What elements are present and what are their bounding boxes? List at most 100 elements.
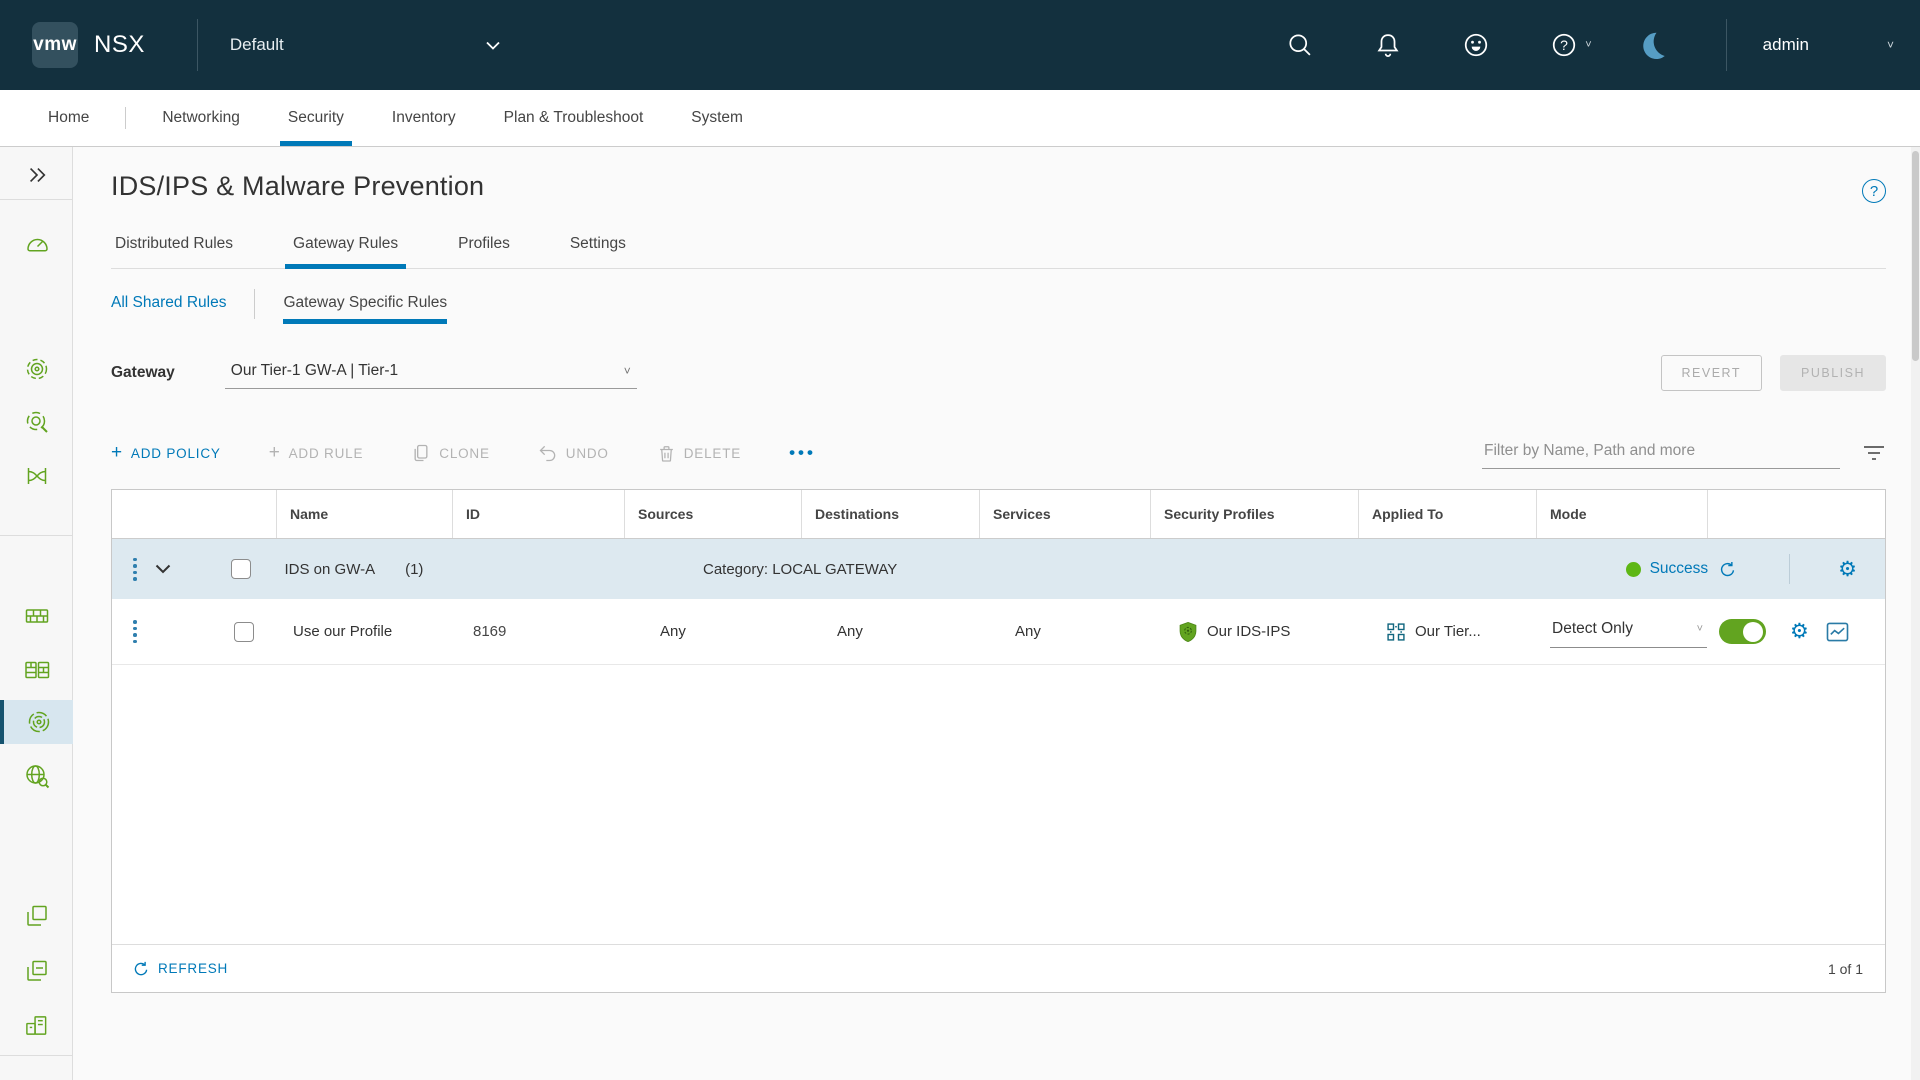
sidebar-item-segments[interactable] <box>0 894 73 938</box>
rule-services-cell[interactable]: Any <box>979 623 1150 640</box>
header-divider <box>197 19 198 71</box>
sidebar-item-inventory-groups[interactable] <box>0 1003 73 1047</box>
policy-category: Category: LOCAL GATEWAY <box>703 561 897 578</box>
rule-row[interactable]: Use our Profile 8169 Any Any Any Our IDS… <box>112 599 1885 665</box>
col-controls <box>112 490 276 538</box>
refresh-icon[interactable] <box>1718 560 1737 579</box>
rule-applied-to-value: Our Tier... <box>1415 623 1481 640</box>
top-header-bar: vmw NSX Default ? ˅ admin ˅ <box>0 0 1920 90</box>
sidebar-item-traffic-analysis[interactable] <box>0 454 73 498</box>
rule-destinations-cell[interactable]: Any <box>801 623 979 640</box>
clone-button[interactable]: CLONE <box>411 443 490 463</box>
subtab-gateway-specific-rules[interactable]: Gateway Specific Rules <box>283 294 447 322</box>
expand-double-chevron-icon <box>26 164 48 186</box>
tab-distributed-rules[interactable]: Distributed Rules <box>111 229 237 268</box>
chart-icon[interactable] <box>1826 622 1849 642</box>
nav-security[interactable]: Security <box>286 90 346 146</box>
add-rule-button[interactable]: + ADD RULE <box>269 442 364 464</box>
undo-label: UNDO <box>566 446 609 461</box>
inventory-boxes-icon <box>24 1013 49 1038</box>
rule-sources-cell[interactable]: Any <box>624 623 801 640</box>
clone-icon <box>411 443 431 463</box>
drag-handle-icon[interactable] <box>133 620 137 643</box>
rule-gear-icon[interactable]: ⚙ <box>1790 621 1809 642</box>
filter-input[interactable] <box>1482 438 1840 469</box>
rule-applied-to-cell[interactable]: Our Tier... <box>1358 622 1536 642</box>
rule-mode-cell: Detect Only ˅ <box>1536 616 1707 648</box>
scope-selector[interactable]: Default <box>230 35 500 55</box>
sidebar-item-network-introspection[interactable] <box>0 754 73 798</box>
bell-icon[interactable] <box>1373 30 1403 60</box>
more-actions-button[interactable]: ••• <box>789 443 816 463</box>
shield-icon <box>1178 621 1198 643</box>
feedback-smiley-icon[interactable] <box>1461 30 1491 60</box>
table-footer: REFRESH 1 of 1 <box>112 944 1885 992</box>
sidebar-item-distributed-firewall[interactable] <box>0 648 73 692</box>
nav-networking[interactable]: Networking <box>160 90 242 146</box>
revert-button[interactable]: REVERT <box>1661 355 1762 391</box>
chevron-down-icon: ˅ <box>624 364 631 378</box>
search-icon[interactable] <box>1285 30 1315 60</box>
rule-controls-cell <box>112 620 276 643</box>
mode-dropdown[interactable]: Detect Only ˅ <box>1550 616 1707 648</box>
dark-mode-moon-icon[interactable] <box>1638 30 1668 60</box>
rule-security-profile-value: Our IDS-IPS <box>1207 623 1290 640</box>
rule-enabled-toggle[interactable] <box>1719 619 1766 644</box>
plus-icon: + <box>269 442 281 464</box>
rule-security-profiles-cell[interactable]: Our IDS-IPS <box>1150 621 1358 643</box>
filter-icon[interactable] <box>1862 444 1886 462</box>
sidebar-expand-button[interactable] <box>0 153 73 197</box>
user-chevron-icon: ˅ <box>1887 38 1894 52</box>
rule-checkbox[interactable] <box>234 622 254 642</box>
sidebar-item-threat-detection[interactable] <box>0 400 73 444</box>
page-tabs: Distributed Rules Gateway Rules Profiles… <box>111 229 1886 269</box>
vmware-logo[interactable]: vmw <box>32 22 78 68</box>
trash-icon <box>657 444 676 463</box>
sidebar-item-dashboard[interactable] <box>0 223 73 267</box>
nav-inventory[interactable]: Inventory <box>390 90 458 146</box>
plus-icon: + <box>111 442 123 464</box>
scrollbar-thumb[interactable] <box>1912 151 1919 361</box>
publish-button[interactable]: PUBLISH <box>1780 355 1886 391</box>
sidebar-item-gateway-firewall[interactable] <box>0 594 73 638</box>
policy-checkbox[interactable] <box>231 559 251 579</box>
sidebar-item-segment-profiles[interactable] <box>0 949 73 993</box>
undo-icon <box>538 443 558 463</box>
filter-area <box>1482 438 1886 469</box>
tab-settings[interactable]: Settings <box>566 229 630 268</box>
delete-button[interactable]: DELETE <box>657 444 741 463</box>
gateway-rules-table: Name ID Sources Destinations Services Se… <box>111 489 1886 993</box>
product-name: NSX <box>94 31 145 59</box>
sidebar-item-ids-ips[interactable] <box>0 700 73 744</box>
refresh-button[interactable]: REFRESH <box>132 960 228 978</box>
nav-plan-troubleshoot[interactable]: Plan & Troubleshoot <box>502 90 646 146</box>
policy-rule-count: (1) <box>405 561 423 578</box>
sidebar-item-security-overview[interactable] <box>0 347 73 391</box>
add-policy-button[interactable]: + ADD POLICY <box>111 442 221 464</box>
nav-system[interactable]: System <box>689 90 745 146</box>
policy-gear-icon[interactable]: ⚙ <box>1838 559 1857 580</box>
page-scrollbar[interactable] <box>1911 147 1920 1080</box>
tab-gateway-rules[interactable]: Gateway Rules <box>289 229 402 268</box>
col-id: ID <box>452 490 624 538</box>
page-help-icon[interactable]: ? <box>1862 179 1886 203</box>
undo-button[interactable]: UNDO <box>538 443 609 463</box>
col-security-profiles: Security Profiles <box>1150 490 1358 538</box>
policy-row[interactable]: IDS on GW-A (1) Category: LOCAL GATEWAY … <box>112 539 1885 599</box>
subtab-divider <box>254 289 255 319</box>
user-menu[interactable]: admin <box>1763 35 1809 55</box>
policy-status[interactable]: Success <box>1650 560 1709 578</box>
subtab-all-shared-rules[interactable]: All Shared Rules <box>111 294 226 322</box>
chevron-down-icon <box>486 41 500 50</box>
policy-status-area: Success ⚙ <box>1626 554 1885 584</box>
tab-profiles[interactable]: Profiles <box>454 229 514 268</box>
help-icon[interactable]: ? <box>1549 30 1579 60</box>
gateway-dropdown[interactable]: Our Tier-1 GW-A | Tier-1 ˅ <box>225 358 637 389</box>
policy-divider <box>1789 554 1790 584</box>
collapse-chevron-icon[interactable] <box>155 564 171 574</box>
scope-selector-value: Default <box>230 35 284 55</box>
main-content: IDS/IPS & Malware Prevention ? Distribut… <box>73 147 1920 1080</box>
drag-handle-icon[interactable] <box>133 558 137 581</box>
chevron-down-icon: ˅ <box>1697 623 1703 635</box>
nav-home[interactable]: Home <box>46 90 91 146</box>
